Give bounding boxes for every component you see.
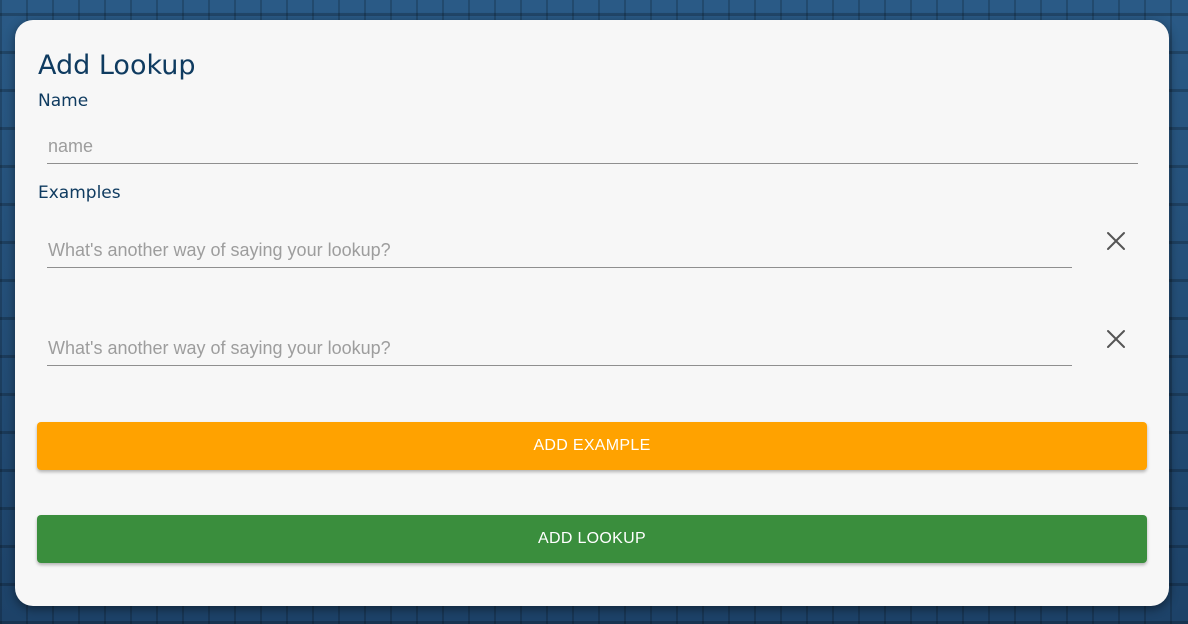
add-example-button-label: ADD EXAMPLE (533, 437, 651, 454)
close-icon (1107, 232, 1125, 250)
add-lookup-button[interactable]: ADD LOOKUP (37, 515, 1147, 563)
close-icon (1107, 330, 1125, 348)
examples-label: Examples (38, 183, 121, 203)
name-label: Name (38, 91, 89, 111)
add-lookup-button-label: ADD LOOKUP (538, 530, 646, 547)
remove-example-button[interactable] (1101, 324, 1131, 354)
add-lookup-dialog: Add Lookup Name Examples ADD EXAMPLE ADD… (15, 20, 1169, 606)
dialog-title: Add Lookup (38, 50, 196, 81)
name-input[interactable] (47, 130, 1138, 164)
remove-example-button[interactable] (1101, 226, 1131, 256)
add-example-button[interactable]: ADD EXAMPLE (37, 422, 1147, 470)
example-input[interactable] (47, 332, 1072, 366)
example-input[interactable] (47, 234, 1072, 268)
